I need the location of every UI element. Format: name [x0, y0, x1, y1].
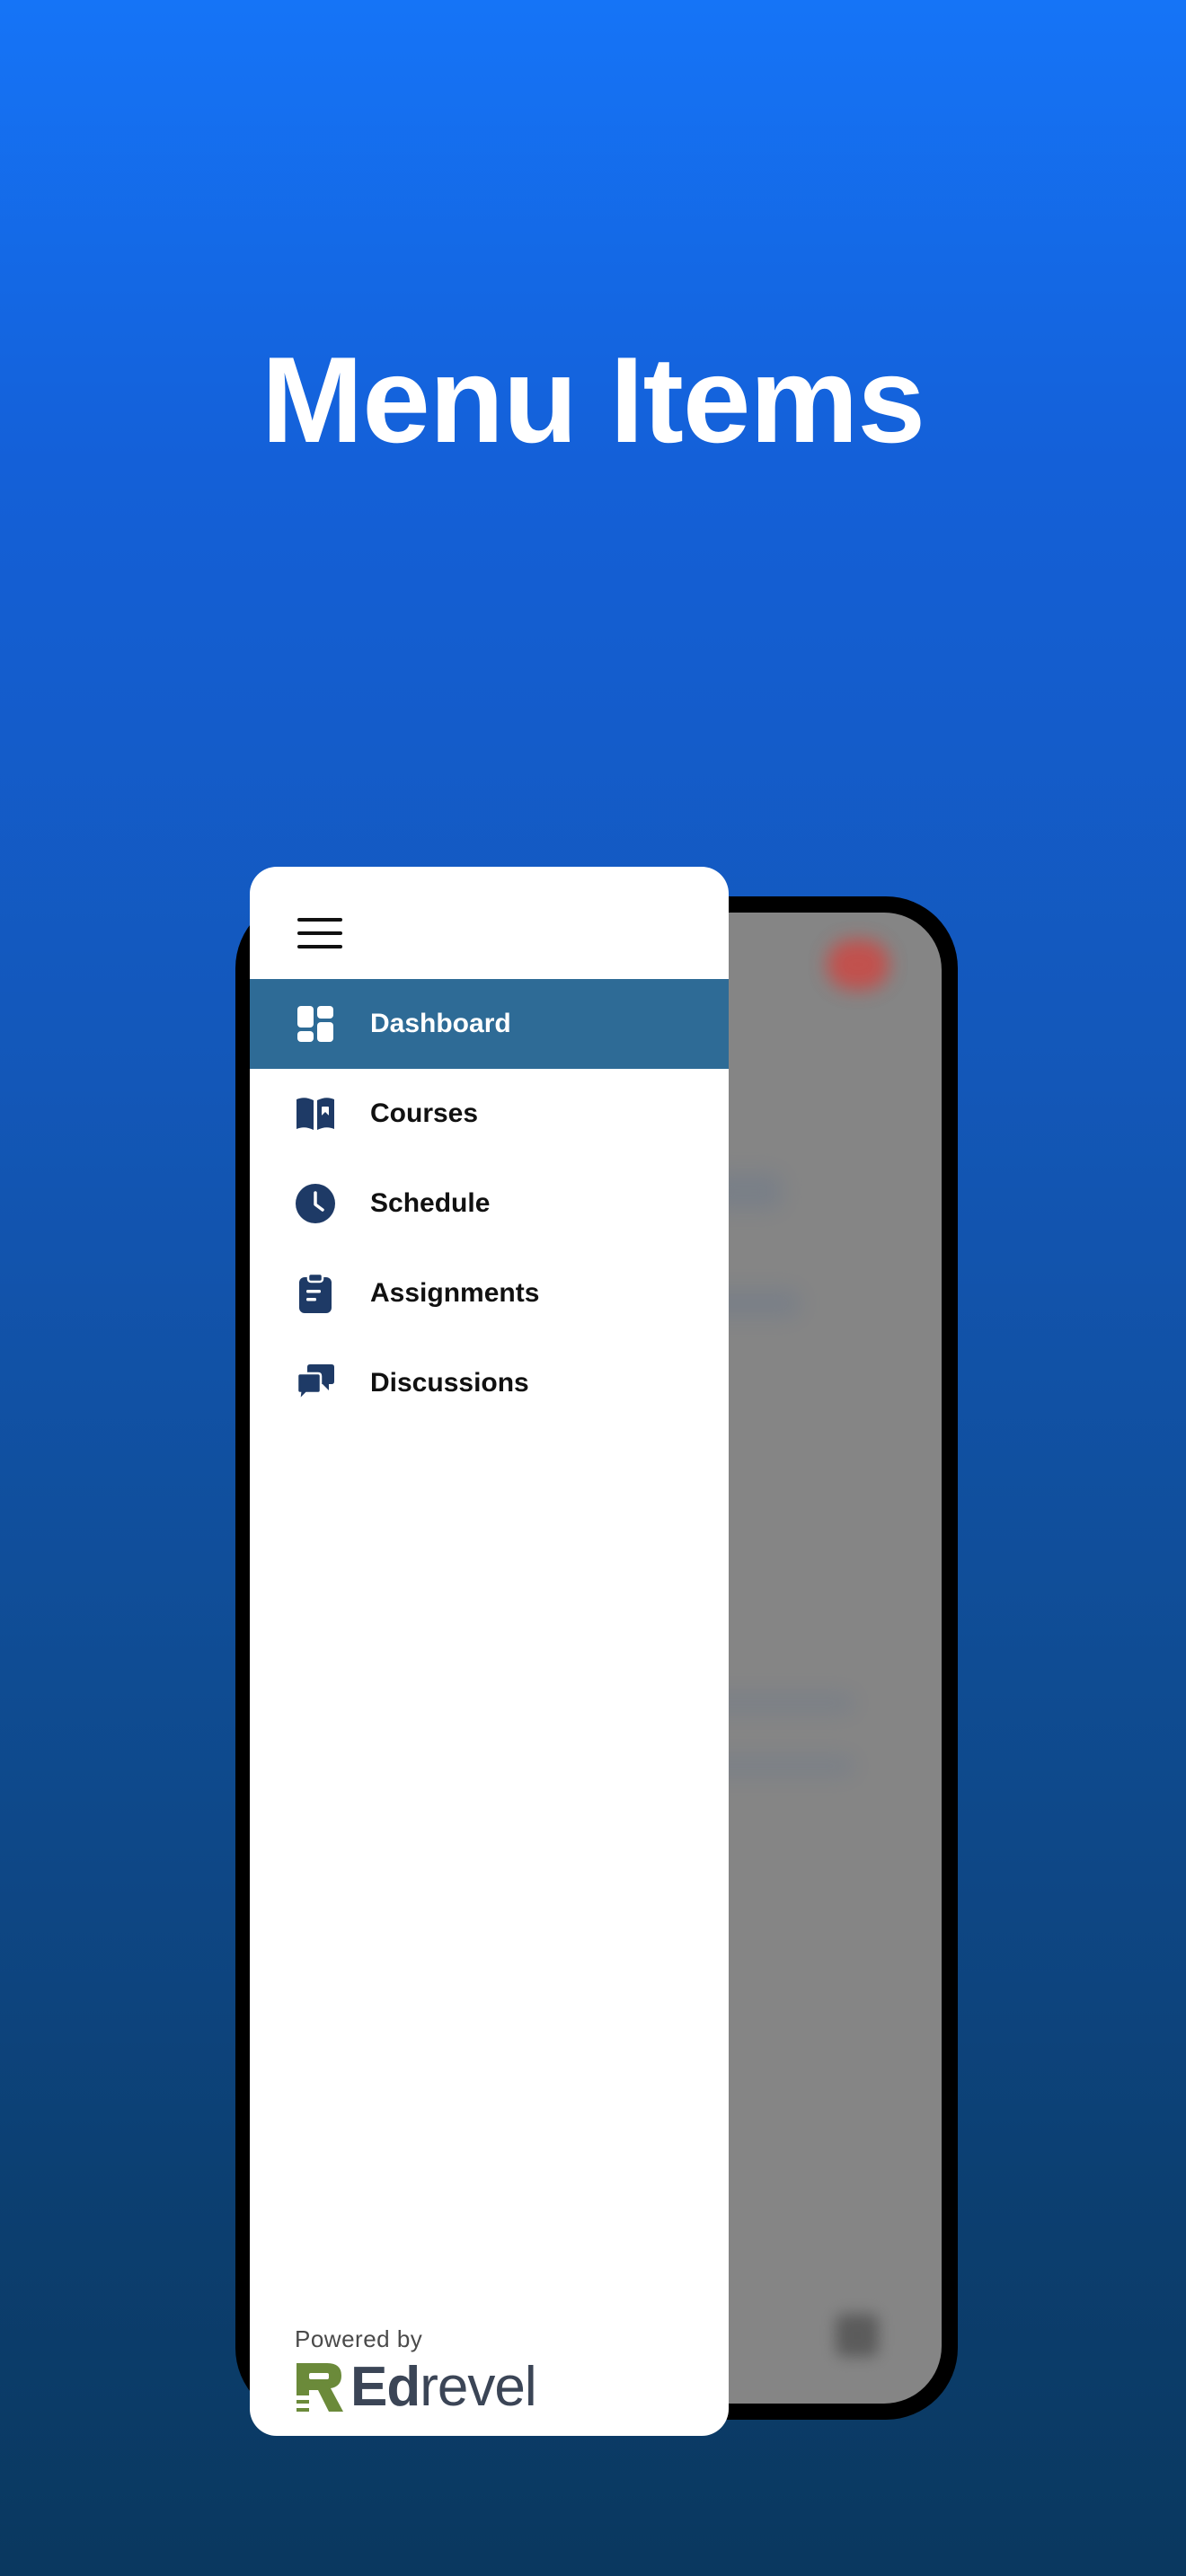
headline: Menu Items: [261, 331, 925, 468]
blurred-tab-icon: [836, 2314, 879, 2357]
clock-icon: [295, 1183, 336, 1224]
brand-name: Edrevel: [350, 2356, 537, 2419]
edrevel-logo-icon: [296, 2363, 343, 2412]
blurred-notification-badge: [827, 940, 890, 990]
menu-item-courses[interactable]: Courses: [250, 1069, 729, 1159]
hamburger-icon: [297, 918, 342, 948]
menu-item-discussions[interactable]: Discussions: [250, 1338, 729, 1428]
powered-by-label: Powered by: [295, 2325, 423, 2352]
menu-item-assignments[interactable]: Assignments: [250, 1248, 729, 1338]
navigation-drawer: Dashboard Courses Schedule Assignments D…: [250, 867, 729, 2436]
menu-item-label: Discussions: [370, 1368, 529, 1398]
menu-item-label: Courses: [370, 1098, 479, 1128]
menu-item-label: Schedule: [370, 1188, 491, 1218]
brand-logo-lockup: Edrevel: [295, 2356, 537, 2419]
hamburger-menu-button[interactable]: [293, 906, 347, 960]
dashboard-icon: [295, 1003, 336, 1045]
menu-item-label: Dashboard: [370, 1009, 511, 1038]
book-icon: [295, 1093, 336, 1134]
menu-item-schedule[interactable]: Schedule: [250, 1159, 729, 1248]
clipboard-icon: [295, 1273, 336, 1314]
chat-bubbles-icon: [295, 1363, 336, 1404]
menu-item-dashboard[interactable]: Dashboard: [250, 979, 729, 1069]
brand-name-regular: revel: [420, 2356, 536, 2418]
menu-item-label: Assignments: [370, 1278, 540, 1308]
menu-list: Dashboard Courses Schedule Assignments D…: [250, 979, 729, 1428]
brand-name-bold: Ed: [350, 2356, 420, 2418]
